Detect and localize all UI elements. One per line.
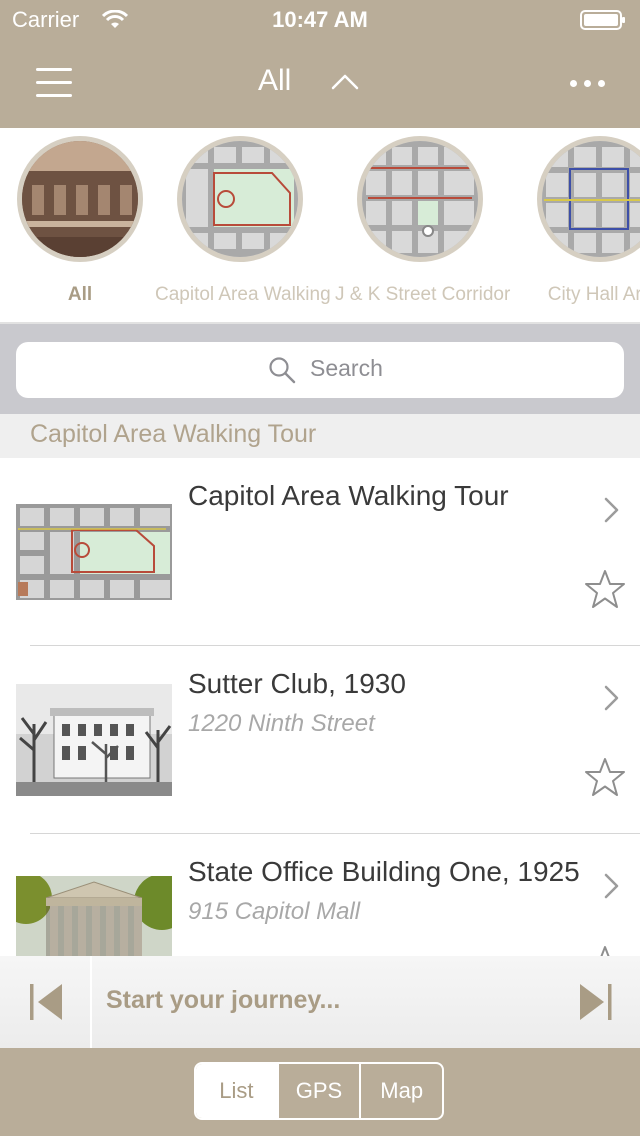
battery-icon bbox=[580, 10, 625, 30]
hamburger-icon[interactable] bbox=[34, 66, 74, 100]
clock: 10:47 AM bbox=[272, 7, 368, 32]
chevron-right-icon[interactable] bbox=[602, 496, 620, 524]
search-input[interactable]: Search bbox=[16, 342, 624, 398]
category-city-hall-area[interactable]: City Hall Are bbox=[515, 128, 640, 324]
list-item[interactable]: Sutter Club, 1930 1220 Ninth Street bbox=[0, 646, 640, 834]
category-capitol-area-walking[interactable]: Capitol Area Walking bbox=[155, 128, 335, 324]
category-all[interactable]: All bbox=[0, 128, 175, 324]
skip-back-icon[interactable] bbox=[26, 980, 66, 1024]
tab-map[interactable]: Map bbox=[359, 1064, 442, 1118]
item-title: State Office Building One, 1925 bbox=[188, 856, 580, 887]
navigation-bar: Carrier 10:47 AM All bbox=[0, 0, 640, 128]
list-item[interactable]: Capitol Area Walking Tour bbox=[0, 458, 640, 646]
category-label: Capitol Area Walking bbox=[155, 284, 331, 305]
category-label: All bbox=[67, 284, 93, 305]
tab-gps[interactable]: GPS bbox=[276, 1064, 360, 1118]
tab-list[interactable]: List bbox=[196, 1064, 277, 1118]
category-label: City Hall Are bbox=[547, 284, 640, 305]
section-header: Capitol Area Walking Tour bbox=[0, 414, 640, 458]
chevron-right-icon[interactable] bbox=[602, 872, 620, 900]
search-bar: Search bbox=[0, 324, 640, 414]
category-thumbnail bbox=[17, 136, 143, 262]
search-placeholder: Search bbox=[310, 355, 383, 381]
category-label: J & K Street Corridor bbox=[335, 284, 511, 305]
category-j-k-street-corridor[interactable]: J & K Street Corridor bbox=[335, 128, 515, 324]
star-icon[interactable] bbox=[584, 756, 626, 798]
category-carousel[interactable]: All Capitol Area Walking J & K Street Co… bbox=[0, 128, 640, 324]
item-subtitle: 915 Capitol Mall bbox=[188, 898, 361, 925]
divider bbox=[90, 956, 92, 1048]
view-segmented-control[interactable]: List GPS Map bbox=[194, 1062, 444, 1120]
nav-title[interactable]: All bbox=[258, 64, 291, 98]
item-thumbnail bbox=[16, 504, 172, 600]
item-thumbnail bbox=[16, 684, 172, 796]
journey-prompt[interactable]: Start your journey... bbox=[106, 986, 340, 1015]
skip-forward-icon[interactable] bbox=[576, 980, 616, 1024]
chevron-right-icon[interactable] bbox=[602, 684, 620, 712]
ellipsis-icon[interactable] bbox=[568, 78, 608, 90]
bottom-bar: List GPS Map bbox=[0, 1048, 640, 1136]
category-thumbnail bbox=[537, 136, 640, 262]
category-thumbnail bbox=[177, 136, 303, 262]
search-icon bbox=[269, 357, 296, 384]
item-thumbnail bbox=[16, 876, 172, 956]
category-thumbnail bbox=[357, 136, 483, 262]
item-title: Sutter Club, 1930 bbox=[188, 668, 406, 699]
item-subtitle: 1220 Ninth Street bbox=[188, 710, 375, 737]
journey-player: Start your journey... bbox=[0, 956, 640, 1048]
star-icon[interactable] bbox=[584, 568, 626, 610]
chevron-up-icon[interactable] bbox=[330, 72, 360, 92]
item-title: Capitol Area Walking Tour bbox=[188, 480, 509, 511]
section-title: Capitol Area Walking Tour bbox=[30, 420, 317, 448]
